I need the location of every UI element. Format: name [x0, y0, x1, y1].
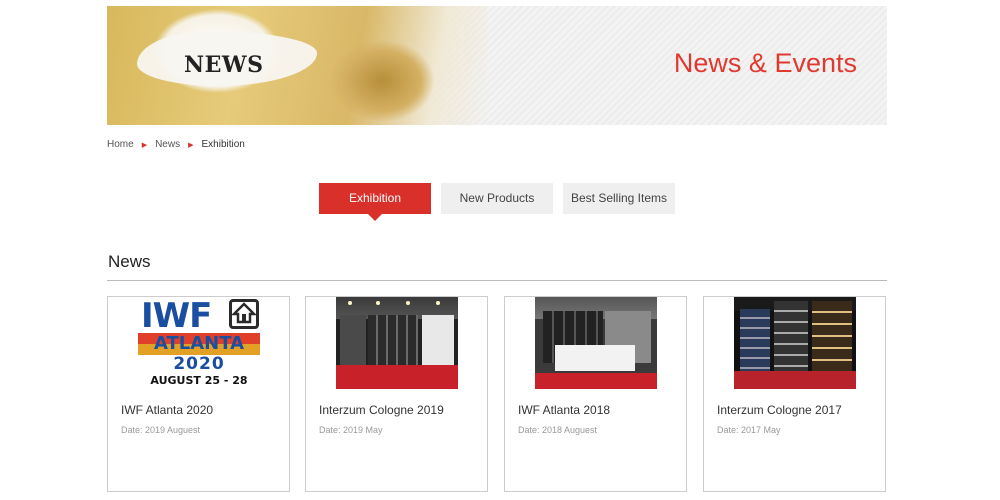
breadcrumb-home[interactable]: Home — [107, 139, 134, 150]
category-tabs: Exhibition New Products Best Selling Ite… — [319, 183, 675, 221]
booth-display — [812, 301, 852, 371]
tab-new-products[interactable]: New Products — [441, 183, 553, 214]
year-text: 2020 — [173, 354, 225, 374]
booth-counter — [555, 345, 635, 371]
news-card[interactable]: IWF ATLANTA 2020 AUGUST 25 - 28 IWF Atla… — [107, 296, 290, 492]
ceiling-light — [376, 301, 380, 305]
ceiling-light — [436, 301, 440, 305]
booth-floor — [535, 373, 657, 389]
news-card-date: Date: 2017 May — [717, 425, 781, 435]
booth-floor — [336, 365, 458, 389]
news-card-title[interactable]: Interzum Cologne 2017 — [717, 403, 842, 417]
event-dates-text: AUGUST 25 - 28 — [150, 374, 248, 387]
breadcrumb-news[interactable]: News — [155, 139, 180, 150]
banner-image-word: NEWS — [184, 52, 264, 78]
news-card[interactable]: IWF Atlanta 2018 Date: 2018 Auguest — [504, 296, 687, 492]
section-divider — [107, 280, 887, 281]
ceiling-light — [348, 301, 352, 305]
booth-floor — [734, 371, 856, 389]
news-card[interactable]: Interzum Cologne 2019 Date: 2019 May — [305, 296, 488, 492]
page-title: News & Events — [673, 48, 857, 78]
booth-display — [740, 309, 770, 371]
news-card-date: Date: 2018 Auguest — [518, 425, 598, 435]
hero-banner: NEWS News & Events — [107, 6, 887, 125]
news-card-image[interactable] — [535, 297, 657, 389]
news-card-image[interactable]: IWF ATLANTA 2020 AUGUST 25 - 28 — [138, 297, 260, 389]
news-card-title[interactable]: IWF Atlanta 2018 — [518, 403, 610, 417]
booth-panel — [422, 315, 454, 367]
ceiling-light — [406, 301, 410, 305]
iwf-emblem-icon — [229, 299, 259, 329]
iwf-logo-letters: IWF — [141, 297, 212, 336]
news-card[interactable]: Interzum Cologne 2017 Date: 2017 May — [703, 296, 886, 492]
booth-display — [774, 301, 808, 371]
breadcrumb-arrow-icon: ▶ — [188, 141, 194, 149]
news-card-title[interactable]: IWF Atlanta 2020 — [121, 403, 213, 417]
news-card-image[interactable] — [734, 297, 856, 389]
breadcrumb: Home ▶ News ▶ Exhibition — [107, 139, 245, 150]
atlanta-text: ATLANTA — [153, 333, 245, 354]
iwf-logo: IWF — [138, 297, 260, 336]
tab-exhibition[interactable]: Exhibition — [319, 183, 431, 221]
breadcrumb-arrow-icon: ▶ — [141, 141, 148, 149]
section-title: News — [108, 252, 151, 271]
news-card-image[interactable] — [336, 297, 458, 389]
news-card-date: Date: 2019 May — [319, 425, 383, 435]
breadcrumb-current: Exhibition — [201, 139, 245, 150]
booth-display — [368, 315, 418, 367]
news-card-title[interactable]: Interzum Cologne 2019 — [319, 403, 444, 417]
news-card-date: Date: 2019 Auguest — [121, 425, 201, 435]
booth-wall — [340, 315, 366, 367]
tab-best-selling-items[interactable]: Best Selling Items — [563, 183, 675, 214]
